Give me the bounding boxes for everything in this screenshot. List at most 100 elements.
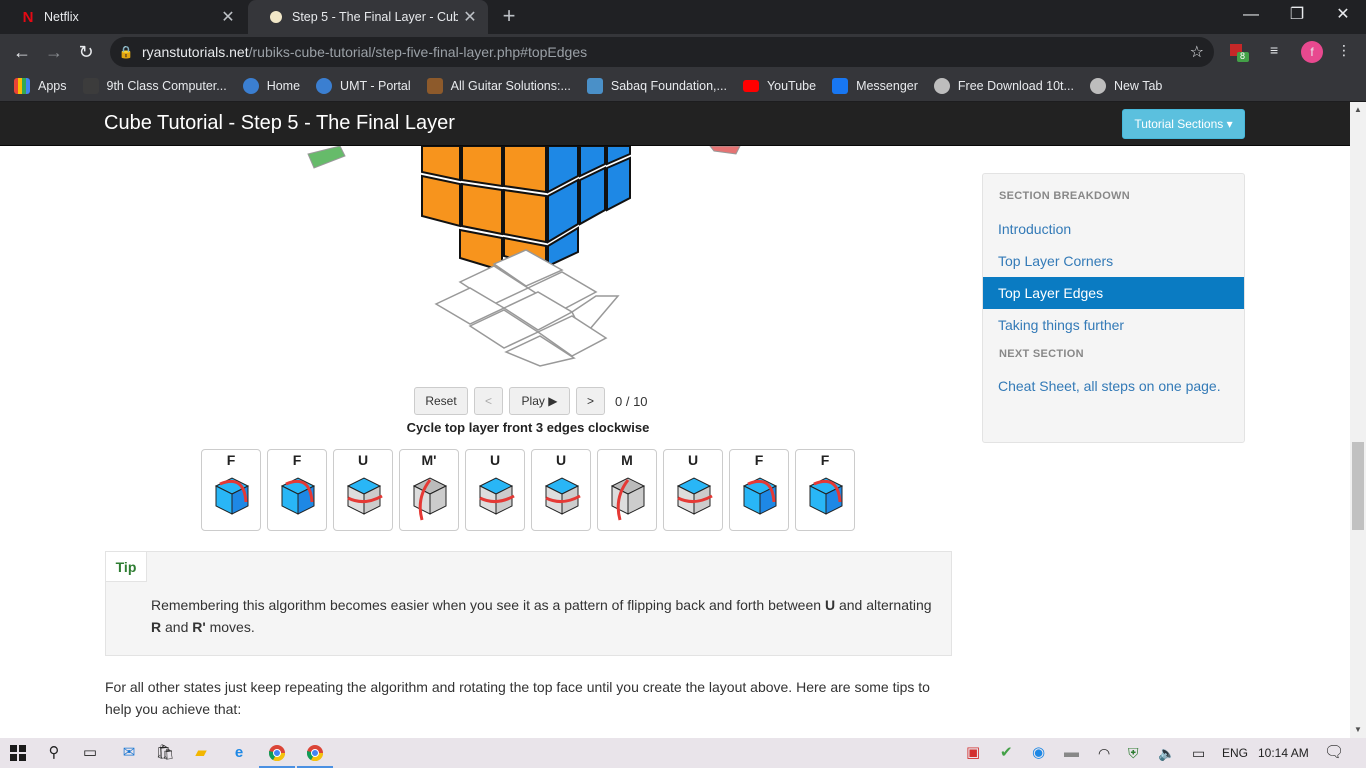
step-counter: 0 / 10 xyxy=(615,393,648,409)
notifications-icon[interactable]: 🗨 xyxy=(1324,738,1344,768)
cube-move-icon xyxy=(544,477,581,515)
scroll-up-arrow-icon[interactable]: ▲ xyxy=(1350,102,1366,118)
clock[interactable]: 10:14 AM xyxy=(1258,738,1309,768)
mail-icon[interactable]: ✉ xyxy=(111,738,147,768)
page-scrollbar[interactable]: ▲ ▼ xyxy=(1350,102,1366,738)
browser-tab-bar: N Netflix ✕ Step 5 - The Final Layer - C… xyxy=(0,0,1366,34)
lock-icon: 🔒 xyxy=(118,45,134,59)
next-button[interactable]: > xyxy=(576,387,605,415)
move-card[interactable]: U xyxy=(531,449,591,531)
restore-button[interactable]: ❐ xyxy=(1274,0,1320,32)
bookmark-home[interactable]: Home xyxy=(242,77,301,94)
cube-move-icon xyxy=(346,477,383,515)
store-icon[interactable]: 🛍 xyxy=(147,738,183,768)
section-breakdown-heading: SECTION BREAKDOWN xyxy=(999,190,1130,202)
language-indicator[interactable]: ENG xyxy=(1222,738,1248,768)
window-close-button[interactable]: ✕ xyxy=(1320,0,1366,32)
move-label: U xyxy=(555,452,567,468)
scroll-down-arrow-icon[interactable]: ▼ xyxy=(1350,722,1366,738)
bookmark-messenger[interactable]: Messenger xyxy=(832,77,918,94)
section-sidebar: SECTION BREAKDOWN Introduction Top Layer… xyxy=(982,173,1245,443)
bookmark-umt-portal[interactable]: UMT - Portal xyxy=(316,77,411,94)
portal-icon xyxy=(316,77,333,94)
move-card[interactable]: M' xyxy=(399,449,459,531)
sidebar-link-cheat-sheet[interactable]: Cheat Sheet, all steps on one page. xyxy=(983,370,1244,402)
tab-title: Netflix xyxy=(44,10,79,24)
minimize-button[interactable]: — xyxy=(1228,0,1274,32)
site-navbar: Cube Tutorial - Step 5 - The Final Layer… xyxy=(0,102,1350,146)
back-button[interactable]: ← xyxy=(8,38,36,66)
scrollbar-thumb[interactable] xyxy=(1352,442,1364,530)
bookmark-label: Sabaq Foundation,... xyxy=(610,78,727,93)
tip-box: Tip Remembering this algorithm becomes e… xyxy=(105,551,952,656)
move-card[interactable]: M xyxy=(597,449,657,531)
bookmark-free-download[interactable]: Free Download 10t... xyxy=(933,77,1074,94)
wifi-icon[interactable]: ◠ xyxy=(1098,738,1110,768)
move-card[interactable]: F xyxy=(267,449,327,531)
play-button[interactable]: Play ▶ xyxy=(509,387,570,415)
sidebar-link-introduction[interactable]: Introduction xyxy=(983,213,1244,245)
move-card[interactable]: F xyxy=(795,449,855,531)
media-control-icon[interactable]: ≡ xyxy=(1270,42,1290,62)
tray-device-icon[interactable]: ▬ xyxy=(1064,738,1079,768)
close-icon[interactable]: ✕ xyxy=(458,7,482,27)
sidebar-link-taking-things-further[interactable]: Taking things further xyxy=(983,309,1244,341)
globe-icon xyxy=(268,9,284,25)
extension-badge: 8 xyxy=(1240,51,1246,61)
tray-app-icon[interactable]: ▣ xyxy=(966,738,980,768)
move-card[interactable]: F xyxy=(201,449,261,531)
cube-move-icon xyxy=(676,477,713,515)
forward-button[interactable]: → xyxy=(40,38,68,66)
bookmark-apps[interactable]: Apps xyxy=(14,77,67,94)
home-icon xyxy=(242,77,259,94)
reload-button[interactable]: ↻ xyxy=(72,38,100,66)
bookmark-label: Messenger xyxy=(856,78,918,93)
bookmark-label: Home xyxy=(266,78,301,93)
new-tab-button[interactable]: + xyxy=(496,4,522,30)
move-card[interactable]: F xyxy=(729,449,789,531)
move-label: F xyxy=(226,452,236,468)
tray-globe-icon[interactable]: ◉ xyxy=(1032,738,1045,768)
close-icon[interactable]: ✕ xyxy=(216,7,240,27)
battery-icon[interactable]: ▭ xyxy=(1192,738,1205,768)
search-icon[interactable]: ⚲ xyxy=(36,738,72,768)
bookmark-guitar[interactable]: All Guitar Solutions:... xyxy=(426,77,571,94)
url-path: /rubiks-cube-tutorial/step-five-final-la… xyxy=(248,44,588,60)
address-bar[interactable]: 🔒 ryanstutorials.net /rubiks-cube-tutori… xyxy=(110,37,1214,67)
menu-icon[interactable]: ⋮ xyxy=(1336,42,1352,62)
globe-icon xyxy=(1089,77,1106,94)
bookmark-star-icon[interactable]: ☆ xyxy=(1190,42,1204,62)
move-card[interactable]: U xyxy=(465,449,525,531)
tab-title: Step 5 - The Final Layer - Cube Tutorial xyxy=(292,10,458,24)
volume-icon[interactable]: 🔈 xyxy=(1158,738,1175,768)
edge-icon[interactable]: e xyxy=(221,738,257,768)
algorithm-caption: Cycle top layer front 3 edges clockwise xyxy=(406,420,650,435)
bookmark-new-tab[interactable]: New Tab xyxy=(1089,77,1162,94)
profile-avatar[interactable]: f xyxy=(1301,41,1323,63)
chrome-icon[interactable] xyxy=(259,738,295,768)
file-explorer-icon[interactable]: ▰ xyxy=(183,738,219,768)
move-card[interactable]: U xyxy=(663,449,723,531)
facebook-icon xyxy=(832,77,849,94)
tray-check-icon[interactable]: ✔ xyxy=(1000,738,1013,768)
youtube-icon xyxy=(742,79,759,92)
bookmark-youtube[interactable]: YouTube xyxy=(742,79,816,93)
bookmark-sabaq[interactable]: Sabaq Foundation,... xyxy=(586,77,727,94)
bookmark-label: 9th Class Computer... xyxy=(106,78,227,93)
tutorial-sections-button[interactable]: Tutorial Sections ▾ xyxy=(1122,109,1245,139)
task-view-icon[interactable]: ▭ xyxy=(72,738,108,768)
previous-button[interactable]: < xyxy=(474,387,503,415)
sidebar-link-top-layer-corners[interactable]: Top Layer Corners xyxy=(983,245,1244,277)
extension-icon[interactable]: 8 xyxy=(1228,42,1250,62)
sidebar-link-top-layer-edges[interactable]: Top Layer Edges xyxy=(983,277,1244,309)
move-card[interactable]: U xyxy=(333,449,393,531)
bookmark-9th-class[interactable]: 9th Class Computer... xyxy=(82,77,227,94)
windows-start-icon[interactable] xyxy=(0,738,36,768)
tab-cube-tutorial[interactable]: Step 5 - The Final Layer - Cube Tutorial… xyxy=(248,0,488,34)
move-label: M xyxy=(621,452,633,468)
shield-icon[interactable]: ⛨ xyxy=(1128,738,1139,768)
reset-button[interactable]: Reset xyxy=(414,387,468,415)
page-title[interactable]: Cube Tutorial - Step 5 - The Final Layer xyxy=(104,112,455,135)
chrome-icon[interactable] xyxy=(297,738,333,768)
tab-netflix[interactable]: N Netflix ✕ xyxy=(0,0,246,34)
